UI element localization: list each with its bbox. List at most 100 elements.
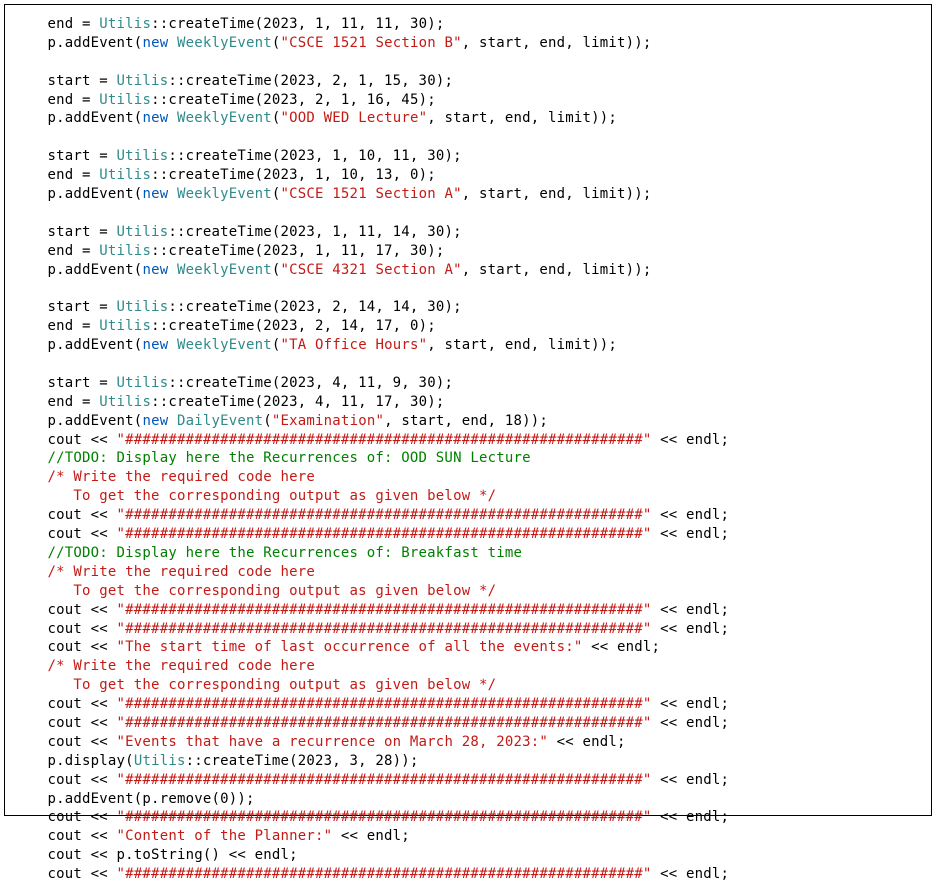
code-line: cout << "Events that have a recurrence o… bbox=[13, 734, 626, 750]
code-line bbox=[13, 54, 48, 70]
code-line: end = Utilis::createTime(2023, 2, 14, 17… bbox=[13, 318, 436, 334]
code-line: cout << "###############################… bbox=[13, 809, 729, 825]
code-token: "#######################################… bbox=[117, 432, 652, 448]
code-token: end = bbox=[48, 167, 100, 183]
code-token: new bbox=[142, 35, 168, 51]
code-token: cout << bbox=[48, 772, 117, 788]
code-token: ::createTime(2023, 4, 11, 9, 30); bbox=[168, 375, 453, 391]
code-token: cout << bbox=[48, 734, 117, 750]
code-token: "The start time of last occurrence of al… bbox=[117, 639, 583, 655]
code-line: end = Utilis::createTime(2023, 4, 11, 17… bbox=[13, 394, 444, 410]
code-token: start = bbox=[48, 299, 117, 315]
code-token: p.addEvent( bbox=[48, 35, 143, 51]
code-token: Utilis bbox=[117, 375, 169, 391]
code-token: p.addEvent( bbox=[48, 413, 143, 429]
code-token: "#######################################… bbox=[117, 866, 652, 882]
code-token: cout << bbox=[48, 809, 117, 825]
code-token: new bbox=[142, 262, 168, 278]
code-token: "#######################################… bbox=[117, 772, 652, 788]
code-token: start = bbox=[48, 224, 117, 240]
code-token: To get the corresponding output as given… bbox=[48, 583, 497, 599]
code-token: ( bbox=[272, 262, 281, 278]
code-line: cout << "###############################… bbox=[13, 602, 729, 618]
code-line: cout << "###############################… bbox=[13, 715, 729, 731]
code-token: ::createTime(2023, 1, 10, 13, 0); bbox=[151, 167, 436, 183]
code-token: end = bbox=[48, 394, 100, 410]
code-token: p.addEvent( bbox=[48, 337, 143, 353]
code-token: Utilis bbox=[117, 224, 169, 240]
code-line bbox=[13, 205, 48, 221]
code-token bbox=[168, 262, 177, 278]
code-line: p.addEvent(new WeeklyEvent("CSCE 1521 Se… bbox=[13, 35, 652, 51]
code-token: Utilis bbox=[117, 299, 169, 315]
code-line: start = Utilis::createTime(2023, 1, 10, … bbox=[13, 148, 462, 164]
code-token bbox=[168, 413, 177, 429]
code-token: ::createTime(2023, 2, 14, 14, 30); bbox=[168, 299, 461, 315]
code-token: << endl; bbox=[652, 602, 730, 618]
code-frame: end = Utilis::createTime(2023, 1, 11, 11… bbox=[4, 4, 932, 816]
code-token: p.addEvent(p.remove(0)); bbox=[48, 791, 255, 807]
code-token: cout << bbox=[48, 526, 117, 542]
code-line: start = Utilis::createTime(2023, 2, 14, … bbox=[13, 299, 462, 315]
code-line: /* Write the required code here bbox=[13, 658, 315, 674]
code-token: , start, end, limit)); bbox=[462, 186, 652, 202]
code-token: ( bbox=[263, 413, 272, 429]
code-line: cout << "###############################… bbox=[13, 507, 729, 523]
code-token: ::createTime(2023, 2, 1, 15, 30); bbox=[168, 73, 453, 89]
code-token: To get the corresponding output as given… bbox=[48, 488, 497, 504]
code-token: << endl; bbox=[583, 639, 661, 655]
code-token: ::createTime(2023, 4, 11, 17, 30); bbox=[151, 394, 444, 410]
code-token bbox=[168, 110, 177, 126]
code-token: cout << bbox=[48, 696, 117, 712]
code-token: cout << bbox=[48, 828, 117, 844]
code-token: cout << bbox=[48, 639, 117, 655]
code-line bbox=[13, 129, 48, 145]
code-token: p.addEvent( bbox=[48, 110, 143, 126]
code-line: To get the corresponding output as given… bbox=[13, 677, 496, 693]
code-token: new bbox=[142, 413, 168, 429]
code-line: //TODO: Display here the Recurrences of:… bbox=[13, 545, 522, 561]
code-token: ( bbox=[272, 35, 281, 51]
code-token: new bbox=[142, 110, 168, 126]
code-token: cout << p.toString() << endl; bbox=[48, 847, 298, 863]
code-token: ::createTime(2023, 3, 28)); bbox=[186, 753, 419, 769]
code-token: ::createTime(2023, 1, 11, 14, 30); bbox=[168, 224, 461, 240]
code-token: start = bbox=[48, 148, 117, 164]
code-token: << endl; bbox=[548, 734, 626, 750]
code-token: "#######################################… bbox=[117, 715, 652, 731]
code-token: << endl; bbox=[652, 432, 730, 448]
code-token: << endl; bbox=[652, 772, 730, 788]
code-line: cout << "###############################… bbox=[13, 866, 729, 882]
code-token: //TODO: Display here the Recurrences of:… bbox=[48, 545, 523, 561]
code-line: end = Utilis::createTime(2023, 2, 1, 16,… bbox=[13, 92, 436, 108]
code-line: p.addEvent(p.remove(0)); bbox=[13, 791, 255, 807]
code-token: "Events that have a recurrence on March … bbox=[117, 734, 548, 750]
code-token: ( bbox=[272, 186, 281, 202]
code-token: start = bbox=[48, 375, 117, 391]
code-token: << endl; bbox=[652, 621, 730, 637]
code-line: start = Utilis::createTime(2023, 2, 1, 1… bbox=[13, 73, 453, 89]
code-token: << endl; bbox=[652, 507, 730, 523]
code-token: , start, end, 18)); bbox=[384, 413, 548, 429]
code-line: cout << p.toString() << endl; bbox=[13, 847, 298, 863]
code-token: "#######################################… bbox=[117, 621, 652, 637]
code-token bbox=[168, 337, 177, 353]
code-token: "CSCE 1521 Section A" bbox=[281, 186, 462, 202]
code-token: << endl; bbox=[652, 715, 730, 731]
code-token: ::createTime(2023, 1, 10, 11, 30); bbox=[168, 148, 461, 164]
code-token: /* Write the required code here bbox=[48, 658, 316, 674]
code-listing: end = Utilis::createTime(2023, 1, 11, 11… bbox=[13, 15, 923, 884]
code-token: /* Write the required code here bbox=[48, 564, 316, 580]
code-token: , start, end, limit)); bbox=[462, 262, 652, 278]
code-token: WeeklyEvent bbox=[177, 262, 272, 278]
code-line: cout << "###############################… bbox=[13, 526, 729, 542]
code-token: cout << bbox=[48, 866, 117, 882]
code-token: ::createTime(2023, 1, 11, 11, 30); bbox=[151, 16, 444, 32]
code-token: ::createTime(2023, 2, 1, 16, 45); bbox=[151, 92, 436, 108]
code-token: p.display( bbox=[48, 753, 134, 769]
code-token: , start, end, limit)); bbox=[427, 110, 617, 126]
code-line: To get the corresponding output as given… bbox=[13, 583, 496, 599]
code-token: Utilis bbox=[99, 16, 151, 32]
code-token: DailyEvent bbox=[177, 413, 263, 429]
code-token: Utilis bbox=[99, 394, 151, 410]
